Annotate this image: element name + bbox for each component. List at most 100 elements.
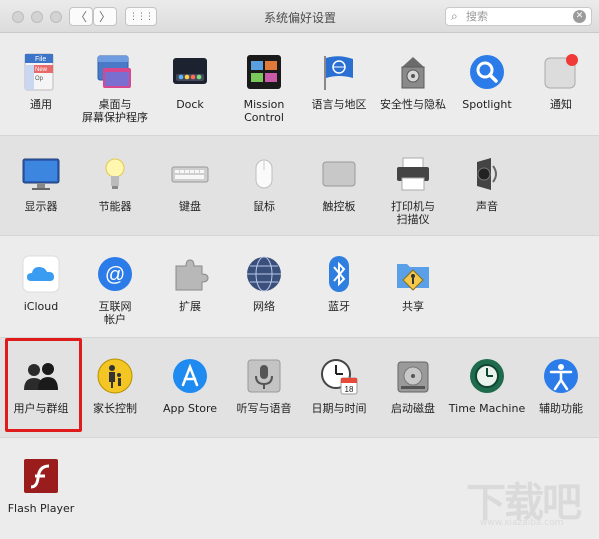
security-privacy-icon bbox=[393, 52, 433, 92]
pref-pane-notifications[interactable]: 通知 bbox=[524, 34, 598, 135]
svg-text:New: New bbox=[35, 67, 48, 73]
time-machine-icon bbox=[467, 356, 507, 396]
displays-icon bbox=[21, 154, 61, 194]
pref-pane-bluetooth[interactable]: 蓝牙 bbox=[302, 236, 376, 337]
close-window-button[interactable] bbox=[12, 11, 24, 23]
title-bar: 〈 〉 ⋮⋮⋮ 系统偏好设置 ⌕ ✕ bbox=[0, 0, 599, 33]
pref-pane-language-region[interactable]: 语言与地区 bbox=[302, 34, 376, 135]
grid-icon: ⋮⋮⋮ bbox=[129, 11, 154, 22]
pref-pane-app-store[interactable]: App Store bbox=[153, 338, 227, 439]
energy-saver-icon bbox=[95, 154, 135, 194]
pref-pane-printers-scanners[interactable]: 打印机与 扫描仪 bbox=[376, 136, 450, 237]
pref-pane-label: 家长控制 bbox=[93, 402, 137, 415]
back-button[interactable]: 〈 bbox=[69, 7, 93, 26]
zoom-window-button[interactable] bbox=[50, 11, 62, 23]
sharing-icon bbox=[393, 254, 433, 294]
pref-pane-label: 共享 bbox=[402, 300, 424, 313]
pref-pane-mission-control[interactable]: Mission Control bbox=[227, 34, 301, 135]
notifications-icon bbox=[541, 52, 581, 92]
chevron-right-icon: 〉 bbox=[98, 10, 111, 24]
pref-pane-desktop-screensaver[interactable]: 桌面与 屏幕保护程序 bbox=[78, 34, 152, 135]
pref-pane-label: 听写与语音 bbox=[236, 402, 292, 415]
pref-pane-label: 键盘 bbox=[179, 200, 201, 213]
pref-pane-label: 通知 bbox=[550, 98, 572, 111]
mouse-icon bbox=[244, 154, 284, 194]
pane-row-hardware: 显示器 节能器 键盘 鼠标 触控板 打印机与 扫描仪 声音 bbox=[0, 135, 599, 236]
pref-pane-spotlight[interactable]: Spotlight bbox=[450, 34, 524, 135]
pref-pane-label: 网络 bbox=[253, 300, 275, 313]
pref-pane-mouse[interactable]: 鼠标 bbox=[227, 136, 301, 237]
minimize-window-button[interactable] bbox=[31, 11, 43, 23]
pref-pane-label: 互联网 帐户 bbox=[98, 300, 132, 326]
svg-text:File: File bbox=[35, 56, 46, 63]
general-icon: File New Op bbox=[21, 52, 61, 92]
pref-pane-label: 扩展 bbox=[179, 300, 201, 313]
internet-accounts-icon: @ bbox=[95, 254, 135, 294]
bluetooth-icon bbox=[319, 254, 359, 294]
flash-player-icon bbox=[21, 456, 61, 496]
window-title: 系统偏好设置 bbox=[263, 11, 336, 25]
pref-pane-startup-disk[interactable]: 启动磁盘 bbox=[376, 338, 450, 439]
pref-pane-label: 启动磁盘 bbox=[391, 402, 435, 415]
pref-pane-accessibility[interactable]: 辅助功能 bbox=[524, 338, 598, 439]
desktop-screensaver-icon bbox=[95, 52, 135, 92]
pref-pane-energy-saver[interactable]: 节能器 bbox=[78, 136, 152, 237]
pane-row-internet: iCloud @ 互联网 帐户 扩展 网络 蓝牙 共享 bbox=[0, 236, 599, 337]
search-input[interactable] bbox=[466, 9, 566, 24]
pref-pane-date-time[interactable]: 18 日期与时间 bbox=[302, 338, 376, 439]
pref-pane-general[interactable]: File New Op 通用 bbox=[4, 34, 78, 135]
pref-pane-security-privacy[interactable]: 安全性与隐私 bbox=[376, 34, 450, 135]
network-icon bbox=[244, 254, 284, 294]
pref-pane-label: iCloud bbox=[23, 300, 59, 313]
show-all-button[interactable]: ⋮⋮⋮ bbox=[125, 7, 157, 26]
pref-pane-dictation-speech[interactable]: 听写与语音 bbox=[227, 338, 301, 439]
printers-scanners-icon bbox=[393, 154, 433, 194]
pref-pane-label: 打印机与 扫描仪 bbox=[391, 200, 435, 226]
pane-row-system: 用户与群组 家长控制 App Store 听写与语音 18 日期与时间 启动磁盘 Time M… bbox=[0, 337, 599, 438]
svg-text:18: 18 bbox=[345, 385, 354, 394]
pref-pane-label: Dock bbox=[176, 98, 204, 111]
pref-pane-extensions[interactable]: 扩展 bbox=[153, 236, 227, 337]
pref-pane-trackpad[interactable]: 触控板 bbox=[302, 136, 376, 237]
svg-text:@: @ bbox=[105, 264, 125, 286]
pref-pane-sound[interactable]: 声音 bbox=[450, 136, 524, 237]
svg-text:Op: Op bbox=[35, 76, 44, 82]
pane-row-personal: File New Op 通用 桌面与 屏幕保护程序 Dock Mission Control… bbox=[0, 34, 599, 135]
clear-search-icon[interactable]: ✕ bbox=[573, 10, 586, 23]
pref-pane-displays[interactable]: 显示器 bbox=[4, 136, 78, 237]
keyboard-icon bbox=[170, 154, 210, 194]
sound-icon bbox=[467, 154, 507, 194]
pref-pane-dock[interactable]: Dock bbox=[153, 34, 227, 135]
pref-pane-time-machine[interactable]: Time Machine bbox=[448, 338, 526, 439]
pref-pane-label: 桌面与 屏幕保护程序 bbox=[82, 98, 148, 124]
pref-pane-icloud[interactable]: iCloud bbox=[4, 236, 78, 337]
mission-control-icon bbox=[244, 52, 284, 92]
pref-pane-label: Time Machine bbox=[448, 402, 526, 415]
forward-button[interactable]: 〉 bbox=[93, 7, 117, 26]
pref-pane-label: Mission Control bbox=[243, 98, 285, 124]
chevron-left-icon: 〈 bbox=[74, 10, 87, 24]
pref-pane-label: 辅助功能 bbox=[539, 402, 583, 415]
accessibility-icon bbox=[541, 356, 581, 396]
pref-pane-internet-accounts[interactable]: @ 互联网 帐户 bbox=[78, 236, 152, 337]
pref-pane-label: 鼠标 bbox=[253, 200, 275, 213]
pref-pane-network[interactable]: 网络 bbox=[227, 236, 301, 337]
pref-pane-label: Flash Player bbox=[7, 502, 75, 515]
pref-pane-keyboard[interactable]: 键盘 bbox=[153, 136, 227, 237]
highlight-box bbox=[5, 338, 82, 432]
search-icon: ⌕ bbox=[451, 9, 458, 23]
app-store-icon bbox=[170, 356, 210, 396]
pref-pane-label: App Store bbox=[162, 402, 218, 415]
extensions-icon bbox=[170, 254, 210, 294]
pref-pane-label: 通用 bbox=[30, 98, 52, 111]
pref-pane-label: 语言与地区 bbox=[311, 98, 367, 111]
search-field[interactable]: ⌕ ✕ bbox=[445, 7, 592, 26]
icloud-icon bbox=[21, 254, 61, 294]
language-region-icon bbox=[319, 52, 359, 92]
pref-pane-parental-controls[interactable]: 家长控制 bbox=[78, 338, 152, 439]
date-time-icon: 18 bbox=[319, 356, 359, 396]
pref-pane-label: 蓝牙 bbox=[328, 300, 350, 313]
pref-pane-flash-player[interactable]: Flash Player bbox=[4, 438, 78, 539]
dictation-speech-icon bbox=[244, 356, 284, 396]
pref-pane-sharing[interactable]: 共享 bbox=[376, 236, 450, 337]
